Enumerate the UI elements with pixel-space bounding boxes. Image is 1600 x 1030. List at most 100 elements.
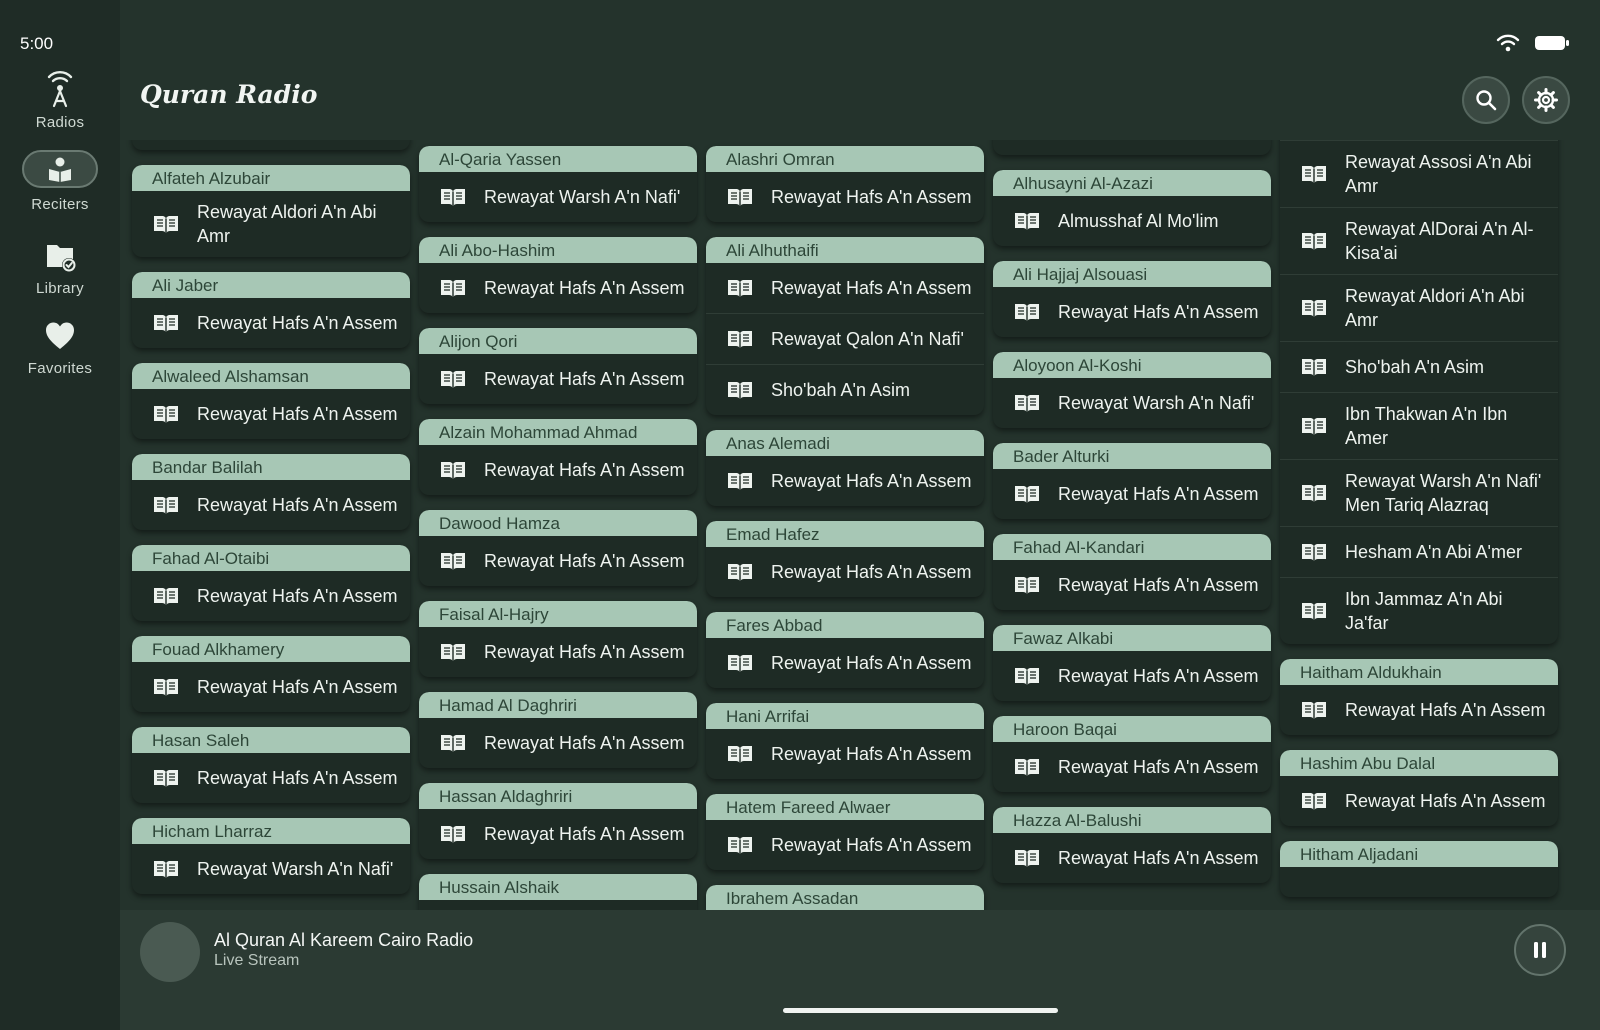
riwayah-item[interactable]: Rewayat Warsh A'n Nafi' [993, 378, 1271, 428]
settings-button[interactable] [1522, 76, 1570, 124]
riwayah-item[interactable]: Rewayat Hafs A'n Assem [993, 469, 1271, 519]
riwayah-item[interactable]: Rewayat Warsh A'n Nafi' [132, 844, 410, 894]
reciter-name: Ibrahem Assadan [706, 885, 984, 910]
riwayah-item[interactable]: Rewayat Hafs A'n Assem [706, 547, 984, 597]
riwayah-label: Rewayat Aldori A'n Abi Amr [197, 202, 377, 246]
riwayah-item[interactable]: Rewayat Qalon A'n Nafi' [132, 140, 410, 150]
riwayah-item[interactable]: Rewayat Hafs A'n Assem [993, 742, 1271, 792]
riwayah-item[interactable]: Rewayat Warsh A'n Nafi' Men Tariq Alazra… [1280, 460, 1558, 527]
reciter-card: Hatem Fareed Alwaer Rewayat Hafs A'n Asse… [706, 794, 984, 870]
riwayah-item[interactable]: Rewayat Hafs A'n Assem [706, 456, 984, 506]
riwayah-item[interactable]: Rewayat Hafs A'n Assem [419, 809, 697, 859]
riwayah-item[interactable]: Rewayat Hafs A'n Assem [132, 298, 410, 348]
player-artwork [140, 922, 200, 982]
riwayah-item[interactable]: Rewayat Hafs A'n Assem [419, 627, 697, 677]
riwayah-label: Rewayat Hafs A'n Assem [484, 369, 685, 389]
reciter-card: Ali Alhuthaifi Rewayat Hafs A'n Assem Rewa… [706, 237, 984, 415]
pause-icon [1534, 942, 1546, 958]
nav-label-radios: Radios [35, 114, 85, 131]
open-book-icon [1013, 140, 1041, 145]
riwayah-label: Rewayat Hafs A'n Assem [484, 824, 685, 844]
riwayah-item[interactable]: Rewayat Hafs A'n Assem [706, 172, 984, 222]
riwayah-item[interactable]: Rewayat Aldori A'n Abi Amr [1280, 275, 1558, 342]
reciter-name: Haitham Aldukhain [1280, 659, 1558, 685]
riwayah-item[interactable]: Rewayat Hafs A'n Assem [419, 445, 697, 495]
riwayah-item[interactable]: Rewayat Aldori A'n Abi Amr [132, 191, 410, 257]
nav-item-favorites[interactable]: Favorites [0, 316, 120, 377]
riwayah-label: Sho'bah A'n Asim [771, 380, 910, 400]
riwayah-item[interactable]: Rewayat Hafs A'n Assem [706, 729, 984, 779]
riwayah-item[interactable]: Rewayat Qalon A'n Nafi' [706, 314, 984, 365]
riwayah-item[interactable]: Rewayat Hafs A'n Assem [419, 263, 697, 313]
riwayah-item[interactable]: Sho'bah A'n Asim [706, 365, 984, 415]
reciter-card: Bader Alturki Rewayat Hafs A'n Assem [993, 443, 1271, 519]
open-book-icon [726, 380, 754, 405]
nav-item-library[interactable]: Library [0, 236, 120, 297]
reciter-name: Fahad Al-Kandari [993, 534, 1271, 560]
riwayah-item[interactable]: Rewayat Hafs A'n Assem [419, 536, 697, 586]
radio-tower-icon [47, 71, 73, 108]
nav-item-reciters[interactable]: Reciters [0, 150, 120, 213]
reciter-card: Ali Jaber Rewayat Hafs A'n Assem [132, 272, 410, 348]
riwayah-item[interactable]: Rewayat Hafs A'n Assem [1280, 685, 1558, 735]
riwayah-item[interactable]: Rewayat Hafs A'n Assem [132, 480, 410, 530]
riwayah-label: Rewayat Hafs A'n Assem [771, 471, 972, 491]
reciter-card: Dawood Hamza Rewayat Hafs A'n Assem [419, 510, 697, 586]
riwayah-item[interactable]: Rewayat Hafs A'n Assem [1280, 776, 1558, 826]
reciter-card: Ibn KatheerRewayat Assosi A'n Abi AmrRew… [1280, 140, 1558, 644]
open-book-icon [1300, 164, 1328, 189]
riwayah-item[interactable]: Rewayat Hafs A'n Assem [132, 753, 410, 803]
open-book-icon [152, 768, 180, 793]
open-book-icon [152, 404, 180, 429]
reciter-card: Hashim Abu Dalal Rewayat Hafs A'n Assem [1280, 750, 1558, 826]
mini-player[interactable]: Al Quran Al Kareem Cairo Radio Live Stre… [120, 910, 1600, 1030]
heart-icon [46, 322, 74, 349]
riwayah-label: Rewayat Qalon A'n Nafi' [771, 329, 964, 349]
reciter-name: Ali Alhuthaifi [706, 237, 984, 263]
riwayah-label: Almusshaf Al Mo'lim [1058, 211, 1219, 231]
open-book-icon [152, 313, 180, 338]
riwayah-item[interactable]: Rewayat Hafs A'n Assem [993, 833, 1271, 883]
riwayah-item[interactable]: Ibn Thakwan A'n Ibn Amer [1280, 393, 1558, 460]
riwayah-item[interactable]: Rewayat Hafs A'n Assem [993, 651, 1271, 701]
reciter-card: Hitham Aljadani [1280, 841, 1558, 897]
open-book-icon [1013, 575, 1041, 600]
riwayah-item[interactable]: Rewayat Hafs A'n Assem [993, 140, 1271, 155]
reciter-card: Hasan Saleh Rewayat Hafs A'n Assem [132, 727, 410, 803]
riwayah-item[interactable]: Almusshaf Al Mo'lim [993, 196, 1271, 246]
riwayah-item[interactable]: Rewayat Hafs A'n Assem [132, 571, 410, 621]
reciter-name: Hussain Alshaik [419, 874, 697, 900]
riwayah-item[interactable]: Rewayat Assosi A'n Abi Amr [1280, 141, 1558, 208]
riwayah-item[interactable]: Rewayat Hafs A'n Assem [706, 263, 984, 314]
reciter-card: Hamad Al Daghriri Rewayat Hafs A'n Assem [419, 692, 697, 768]
nav-label-favorites: Favorites [27, 360, 93, 377]
open-book-icon [1300, 416, 1328, 441]
sidebar: 5:00 Radios Reciters Library Favorites [0, 0, 120, 1030]
riwayah-item[interactable]: Rewayat Hafs A'n Assem [706, 638, 984, 688]
search-button[interactable] [1462, 76, 1510, 124]
riwayah-item[interactable]: Rewayat Hafs A'n Assem [706, 820, 984, 870]
riwayah-item[interactable]: Rewayat Warsh A'n Nafi' [419, 172, 697, 222]
pause-button[interactable] [1514, 924, 1566, 976]
riwayah-item[interactable]: Rewayat Hafs A'n Assem [993, 287, 1271, 337]
riwayah-item[interactable]: Rewayat Hafs A'n Assem [993, 560, 1271, 610]
riwayah-item[interactable]: Sho'bah A'n Asim [1280, 342, 1558, 393]
reciter-name: Hamad Al Daghriri [419, 692, 697, 718]
riwayah-item[interactable]: Rewayat Hafs A'n Assem [419, 354, 697, 404]
nav-item-radios[interactable]: Radios [0, 70, 120, 131]
reciter-name: Hashim Abu Dalal [1280, 750, 1558, 776]
riwayah-item[interactable]: Rewayat AlDorai A'n Al-Kisa'ai [1280, 208, 1558, 275]
riwayah-item[interactable]: Rewayat Hafs A'n Assem [419, 718, 697, 768]
reciter-name: Alwaleed Alshamsan [132, 363, 410, 389]
riwayah-item[interactable]: Ibn Jammaz A'n Abi Ja'far [1280, 578, 1558, 644]
riwayah-label: Ibn Jammaz A'n Abi Ja'far [1345, 589, 1503, 633]
riwayah-item[interactable]: Rewayat Hafs A'n Assem [132, 389, 410, 439]
reciter-name: Hitham Aljadani [1280, 841, 1558, 867]
riwayah-label: Rewayat Hafs A'n Assem [484, 460, 685, 480]
riwayah-item[interactable]: Hesham A'n Abi A'mer [1280, 527, 1558, 578]
riwayah-label: Rewayat Hafs A'n Assem [197, 768, 398, 788]
riwayah-label: Rewayat Hafs A'n Assem [771, 835, 972, 855]
reciter-name: Hasan Saleh [132, 727, 410, 753]
riwayah-item[interactable]: Rewayat Hafs A'n Assem [132, 662, 410, 712]
reciter-name: Fares Abbad [706, 612, 984, 638]
